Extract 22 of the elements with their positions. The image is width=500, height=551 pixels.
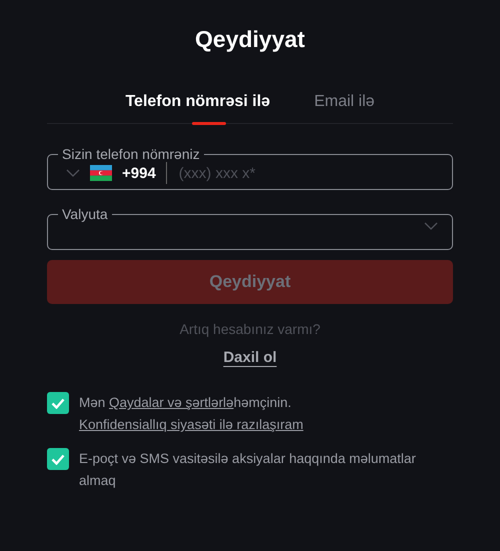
chevron-down-icon <box>424 222 438 230</box>
terms-link[interactable]: Konfidensiallıq siyasəti ilə razılaşıram <box>79 417 304 432</box>
consent-text: E-poçt və SMS vasitəsilə aksiyalar haqqında məlumatlar almaq <box>79 450 417 490</box>
page-title: Qeydiyyat <box>194 26 306 53</box>
field-label: Sizin telefon nömrəniz <box>61 146 201 162</box>
tab[interactable]: Email ilə <box>314 93 375 123</box>
field-label: Valyuta <box>61 206 109 222</box>
country-code: +994 <box>122 164 156 182</box>
phone-field[interactable]: Sizin telefon nömrəniz +994 (xxx) xxx x* <box>47 146 453 190</box>
currency-select[interactable]: Valyuta <box>47 206 453 250</box>
checkbox[interactable] <box>47 448 69 470</box>
phone-input[interactable]: (xxx) xxx x* <box>176 164 438 182</box>
login-link[interactable]: Daxil ol <box>223 349 277 366</box>
check-icon <box>51 398 65 408</box>
terms-link[interactable]: Qaydalar və şərtlərlə <box>109 395 234 410</box>
login-prompt: Artıq hesabınız varmı? <box>178 321 322 337</box>
chevron-down-icon <box>66 169 80 177</box>
consent-text: Mən Qaydalar və şərtlərləhəmçinin. Konfidensiallıq siyasəti ilə razılaşıram <box>79 394 304 434</box>
check-icon <box>51 454 65 464</box>
checkbox[interactable] <box>47 392 69 414</box>
flag-icon <box>90 165 112 181</box>
tab[interactable]: Telefon nömrəsi ilə <box>125 93 270 123</box>
